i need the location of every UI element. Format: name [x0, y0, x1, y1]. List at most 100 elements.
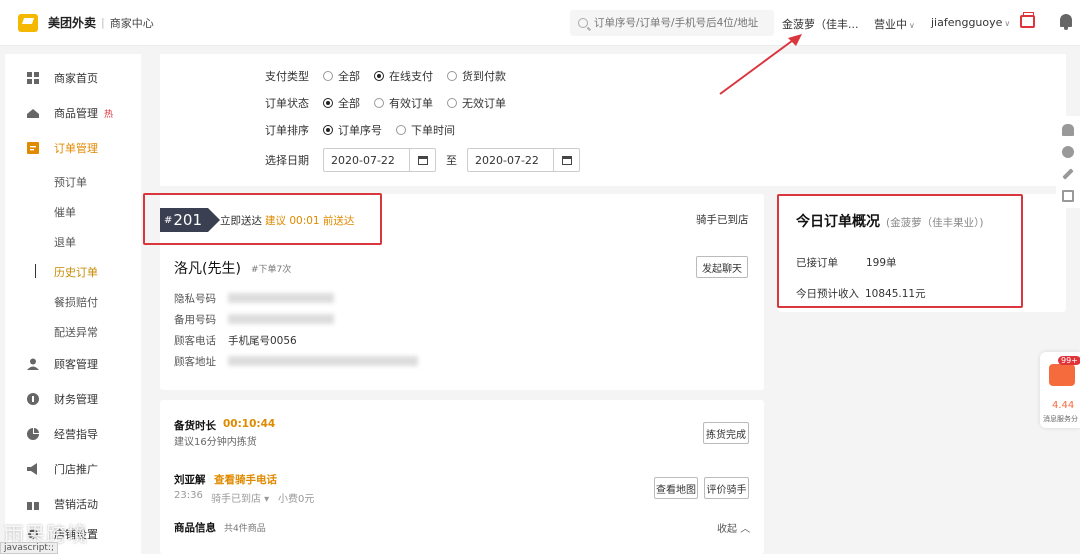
filter-label: 选择日期 — [265, 154, 309, 167]
pay-type-row: 支付类型 全部 在线支付 货到付款 — [265, 68, 520, 84]
date-from-field[interactable]: 2020-07-22 — [323, 148, 436, 172]
sidebar-item-marketing[interactable]: 营销活动 — [5, 492, 141, 516]
sidebar-item-customers[interactable]: 顾客管理 — [5, 352, 141, 376]
submenu-delivery-exception[interactable]: 配送异常 — [54, 324, 98, 340]
customer-name: 洛凡(先生) — [174, 261, 241, 277]
sidebar-item-guidance[interactable]: 经营指导 — [5, 422, 141, 446]
private-number-row: 隐私号码 — [174, 291, 334, 306]
business-status: 营业中 — [874, 18, 907, 31]
info-label: 备用号码 — [174, 314, 216, 326]
sidebar-item-orders[interactable]: 订单管理 — [5, 136, 141, 160]
info-label: 顾客电话 — [174, 335, 216, 347]
submenu-reminder[interactable]: 催单 — [54, 204, 76, 220]
blurred-value — [228, 356, 418, 366]
bell-icon[interactable] — [1062, 124, 1074, 136]
goods-label: 商品信息 — [174, 522, 216, 534]
edit-icon[interactable] — [1062, 168, 1074, 180]
radio-label: 全部 — [338, 97, 360, 110]
rider-name: 刘亚解 — [174, 474, 206, 486]
rate-rider-button[interactable]: 评价骑手 — [704, 477, 749, 499]
date-to-field[interactable]: 2020-07-22 — [467, 148, 580, 172]
info-label: 顾客地址 — [174, 356, 216, 368]
sidebar: 商家首页 商品管理热 订单管理 预订单 催单 退单 历史订单 餐损赔付 配送异常… — [5, 54, 141, 554]
money-icon — [27, 393, 39, 405]
help-icon[interactable] — [1062, 146, 1074, 158]
business-status-dropdown[interactable]: 营业中 ∨ — [874, 16, 915, 32]
chat-button[interactable]: 发起聊天 — [696, 256, 748, 278]
radio-status-all[interactable]: 全部 — [323, 95, 360, 111]
submenu-refund[interactable]: 退单 — [54, 234, 76, 250]
kangaroo-logo-icon — [18, 13, 38, 32]
message-count-badge: 99+ — [1058, 356, 1080, 365]
chat-bubble-icon — [1049, 364, 1075, 386]
date-separator: 至 — [446, 154, 457, 167]
radio-status-valid[interactable]: 有效订单 — [374, 95, 433, 111]
annotation-arrow-icon — [719, 34, 802, 95]
radio-label: 下单时间 — [411, 124, 455, 137]
right-toolbar — [1056, 116, 1080, 208]
sidebar-item-label: 经营指导 — [54, 428, 98, 441]
date-row: 选择日期 2020-07-22 至 2020-07-22 — [265, 148, 580, 172]
user-dropdown[interactable]: jiafengguoye ∨ — [931, 16, 1010, 29]
hot-badge: 热 — [104, 110, 114, 120]
calendar-icon[interactable] — [553, 149, 579, 171]
collapse-toggle[interactable]: 收起 ︿ — [717, 520, 750, 535]
radio-pay-cod[interactable]: 货到付款 — [447, 68, 506, 84]
highlight-box-summary — [777, 194, 1023, 308]
chevron-up-icon: ︿ — [740, 524, 751, 535]
gift-icon — [27, 498, 39, 510]
browser-status-bar: javascript:; — [0, 542, 59, 554]
printer-icon[interactable] — [1020, 12, 1035, 28]
submenu-preorder[interactable]: 预订单 — [54, 174, 87, 190]
calendar-icon[interactable] — [409, 149, 435, 171]
sidebar-item-label: 商品管理 — [54, 107, 98, 120]
rider-phone-link[interactable]: 查看骑手电话 — [214, 472, 277, 487]
radio-sort-number[interactable]: 订单序号 — [323, 122, 382, 138]
brand-divider: | — [101, 16, 105, 29]
box-icon — [27, 109, 39, 118]
grid-icon — [27, 72, 39, 84]
radio-status-invalid[interactable]: 无效订单 — [447, 95, 506, 111]
radio-circle — [374, 71, 384, 81]
view-map-button[interactable]: 查看地图 — [654, 477, 698, 499]
radio-pay-online[interactable]: 在线支付 — [374, 68, 433, 84]
radio-pay-all[interactable]: 全部 — [323, 68, 360, 84]
rider-time: 23:36 — [174, 490, 203, 501]
radio-sort-time[interactable]: 下单时间 — [396, 122, 455, 138]
logo[interactable]: 美团外卖 | 商家中心 — [18, 13, 154, 32]
prep-time: 00:10:44 — [223, 418, 276, 430]
message-service-widget[interactable]: 99+ 4.44 消息服务分 — [1040, 352, 1080, 428]
rider-status-line: 骑手已到店 ▾ — [211, 494, 270, 505]
date-to-value: 2020-07-22 — [475, 153, 539, 167]
user-icon — [27, 358, 39, 370]
service-score-label: 消息服务分 — [1043, 415, 1078, 423]
submenu-compensation[interactable]: 餐损赔付 — [54, 294, 98, 310]
phone-row: 顾客电话 手机尾号0056 — [174, 333, 297, 348]
brand-name: 美团外卖 — [48, 16, 97, 30]
active-indicator — [35, 264, 36, 278]
address-row: 顾客地址 — [174, 354, 418, 369]
order-icon — [27, 142, 39, 154]
sidebar-item-label: 订单管理 — [54, 142, 98, 155]
submenu-history[interactable]: 历史订单 — [54, 264, 98, 280]
radio-circle — [323, 98, 333, 108]
order-count: #下单7次 — [251, 265, 292, 275]
radio-label: 有效订单 — [389, 97, 433, 110]
rider-status: 骑手已到店 — [211, 494, 261, 505]
pick-done-button[interactable]: 拣货完成 — [703, 422, 749, 444]
backup-number-row: 备用号码 — [174, 312, 334, 327]
qr-code-icon[interactable] — [1062, 190, 1074, 202]
radio-label: 货到付款 — [462, 70, 506, 83]
collapse-label: 收起 — [717, 524, 737, 535]
filter-panel: 支付类型 全部 在线支付 货到付款 订单状态 全部 有效订单 无效订单 订单排序… — [160, 54, 1066, 186]
info-label: 隐私号码 — [174, 293, 216, 305]
bell-icon[interactable] — [1060, 14, 1072, 30]
search-input[interactable] — [594, 17, 772, 29]
sidebar-item-finance[interactable]: 财务管理 — [5, 387, 141, 411]
sidebar-item-home[interactable]: 商家首页 — [5, 66, 141, 90]
sidebar-item-products[interactable]: 商品管理热 — [5, 101, 141, 125]
sidebar-item-promotion[interactable]: 门店推广 — [5, 457, 141, 481]
radio-circle — [323, 125, 333, 135]
phone-value: 手机尾号0056 — [228, 335, 297, 347]
rider-status: 骑手已到店 — [696, 214, 749, 226]
